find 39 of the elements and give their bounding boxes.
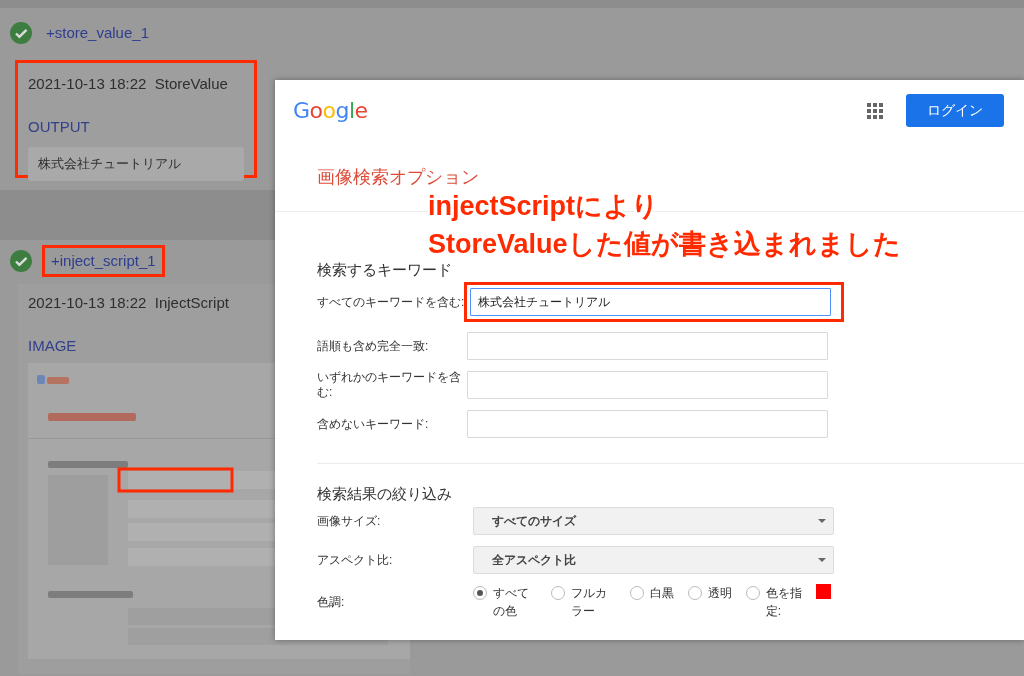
radio-button[interactable] — [551, 586, 566, 600]
option-label: 色を指定: — [765, 585, 803, 620]
output-value: 株式会社チュートリアル — [28, 147, 244, 181]
select-field[interactable]: 全アスペクト比 — [473, 546, 834, 574]
apps-icon[interactable] — [867, 102, 883, 119]
option-label: 透明 — [707, 585, 732, 602]
annotation-text: StoreValueした値が書き込まれました — [428, 228, 901, 260]
select-field[interactable]: すべてのサイズ — [473, 507, 834, 535]
radio-button[interactable] — [629, 586, 644, 600]
section-title: 検索するキーワード — [317, 260, 452, 280]
field-label: すべてのキーワードを含む: — [317, 294, 466, 310]
input-field[interactable]: 株式会社チュートリアル — [470, 288, 831, 316]
field-label: 色調: — [317, 594, 346, 610]
input-field[interactable] — [467, 332, 828, 360]
radio-button[interactable] — [473, 586, 487, 600]
field-label: 画像サイズ: — [317, 513, 382, 529]
annotation-text: injectScriptにより — [428, 190, 660, 222]
timestamp: 2021-10-13 18:22 StoreValue — [28, 74, 228, 94]
color-swatch[interactable] — [816, 584, 832, 599]
input-field[interactable] — [467, 371, 828, 399]
caret-icon — [818, 519, 826, 523]
field-label: アスペクト比: — [317, 552, 394, 568]
section-title: 検索結果の絞り込み — [317, 484, 452, 504]
option-label: フルカラー — [571, 585, 609, 620]
radio-button[interactable] — [745, 586, 760, 600]
radio-button[interactable] — [687, 586, 702, 600]
field-label: いずれかのキーワードを含む: — [317, 370, 462, 400]
field-label: 語順も含め完全一致: — [317, 338, 430, 354]
timestamp: 2021-10-13 18:22 InjectScript — [28, 293, 229, 313]
section-label: IMAGE — [28, 335, 77, 356]
login-button[interactable]: ログイン — [906, 94, 1004, 127]
logo: Google — [293, 97, 368, 125]
option-label: 白黒 — [649, 585, 674, 602]
field-label: 含めないキーワード: — [317, 416, 430, 432]
option-label: すべての色 — [493, 585, 530, 620]
page-heading: 画像検索オプション — [317, 166, 479, 189]
section-label: OUTPUT — [28, 116, 90, 137]
caret-icon — [818, 558, 826, 562]
input-field[interactable] — [467, 410, 828, 438]
